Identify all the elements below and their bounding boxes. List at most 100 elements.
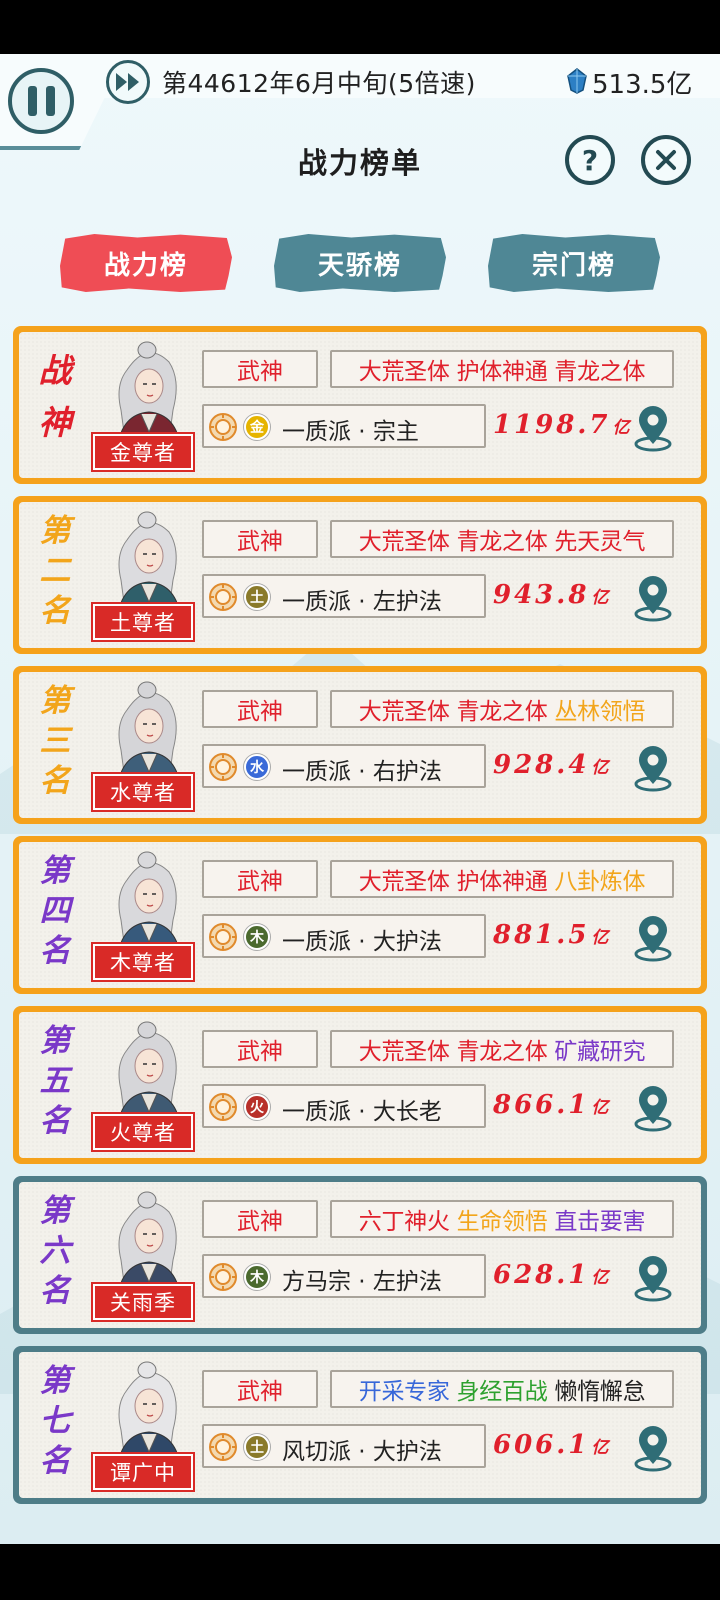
help-button[interactable]: ? — [565, 135, 615, 185]
power-unit: 亿 — [591, 928, 609, 948]
realm-title: 武神 — [202, 350, 318, 388]
trait-label: 大荒圣体 — [358, 359, 450, 385]
trait-label: 青龙之体 — [554, 359, 646, 385]
ranking-card-body: 第三名 水尊者 武神 大荒圣体 青龙之体 丛林领悟 水 一质派 · 右护法 92… — [19, 672, 701, 818]
sun-icon — [209, 923, 237, 951]
ranking-card[interactable]: 第五名 火尊者 武神 大荒圣体 青龙之体 矿藏研究 火 一质派 · 大长老 86… — [13, 1006, 707, 1164]
fast-forward-button[interactable] — [106, 60, 150, 104]
ranking-card[interactable]: 战神 金尊者 武神 大荒圣体 护体神通 青龙之体 金 一质派 · 宗主 1198… — [13, 326, 707, 484]
rank-char: 名 — [39, 1273, 71, 1309]
sect-info: 金 一质派 · 宗主 — [202, 404, 486, 448]
traits-box: 大荒圣体 护体神通 八卦炼体 — [330, 860, 674, 898]
character-name: 关雨季 — [91, 1282, 195, 1322]
power-unit: 亿 — [591, 1268, 609, 1288]
rank-char: 七 — [39, 1403, 71, 1439]
sect-info: 木 一质派 · 大护法 — [202, 914, 486, 958]
trait-label: 大荒圣体 — [358, 529, 450, 555]
rank-char: 二 — [39, 553, 71, 589]
rank-char: 第 — [39, 1363, 71, 1399]
rank-char: 名 — [39, 933, 71, 969]
power-unit: 亿 — [591, 758, 609, 778]
character-name: 木尊者 — [91, 942, 195, 982]
trait-label: 护体神通 — [456, 869, 548, 895]
trait-label: 大荒圣体 — [358, 869, 450, 895]
tab-power-ranking[interactable]: 战力榜 — [60, 234, 232, 292]
rank-label: 第三名 — [35, 686, 75, 806]
sect-position: 一质派 · 右护法 — [282, 759, 442, 785]
ranking-card[interactable]: 第六名 关雨季 武神 六丁神火 生命领悟 直击要害 木 方马宗 · 左护法 62… — [13, 1176, 707, 1334]
location-pin-icon[interactable] — [631, 914, 675, 962]
location-pin-icon[interactable] — [631, 574, 675, 622]
character-name: 土尊者 — [91, 602, 195, 642]
power-value: 628.1 — [493, 1260, 590, 1290]
rank-char: 神 — [38, 403, 72, 442]
location-pin-icon[interactable] — [631, 1424, 675, 1472]
sect-position: 风切派 · 大护法 — [282, 1439, 442, 1465]
sect-info: 火 一质派 · 大长老 — [202, 1084, 486, 1128]
sun-icon — [209, 1433, 237, 1461]
rank-label: 第五名 — [35, 1026, 75, 1146]
location-pin-icon[interactable] — [631, 1084, 675, 1132]
sect-info: 土 风切派 · 大护法 — [202, 1424, 486, 1468]
power-unit: 亿 — [591, 1098, 609, 1118]
element-badge: 水 — [244, 754, 270, 780]
spirit-stone-icon — [567, 68, 587, 94]
tab-sect-ranking[interactable]: 宗门榜 — [488, 234, 660, 292]
ranking-card[interactable]: 第二名 土尊者 武神 大荒圣体 青龙之体 先天灵气 土 一质派 · 左护法 94… — [13, 496, 707, 654]
combat-power: 928.4 亿 — [493, 750, 608, 780]
sun-icon — [209, 1093, 237, 1121]
ranking-card[interactable]: 第三名 水尊者 武神 大荒圣体 青龙之体 丛林领悟 水 一质派 · 右护法 92… — [13, 666, 707, 824]
character-name: 火尊者 — [91, 1112, 195, 1152]
ranking-card-body: 第七名 谭广中 武神 开采专家 身经百战 懒惰懈怠 土 风切派 · 大护法 60… — [19, 1352, 701, 1498]
rank-char: 战 — [38, 351, 72, 390]
trait-label: 青龙之体 — [456, 529, 548, 555]
element-badge: 火 — [244, 1094, 270, 1120]
ranking-card[interactable]: 第四名 木尊者 武神 大荒圣体 护体神通 八卦炼体 木 一质派 · 大护法 88… — [13, 836, 707, 994]
fast-forward-icon — [116, 73, 139, 91]
ranking-card[interactable]: 第七名 谭广中 武神 开采专家 身经百战 懒惰懈怠 土 风切派 · 大护法 60… — [13, 1346, 707, 1504]
question-icon: ? — [581, 143, 599, 177]
ranking-card-body: 第四名 木尊者 武神 大荒圣体 护体神通 八卦炼体 木 一质派 · 大护法 88… — [19, 842, 701, 988]
combat-power: 881.5 亿 — [493, 920, 608, 950]
traits-box: 大荒圣体 青龙之体 先天灵气 — [330, 520, 674, 558]
traits-box: 大荒圣体 青龙之体 矿藏研究 — [330, 1030, 674, 1068]
close-icon — [656, 150, 676, 170]
location-pin-icon[interactable] — [631, 1254, 675, 1302]
ranking-card-body: 战神 金尊者 武神 大荒圣体 护体神通 青龙之体 金 一质派 · 宗主 1198… — [19, 332, 701, 478]
tab-prodigy-ranking[interactable]: 天骄榜 — [274, 234, 446, 292]
element-badge: 土 — [244, 584, 270, 610]
element-badge: 木 — [244, 1264, 270, 1290]
sun-icon — [209, 583, 237, 611]
character-name: 金尊者 — [91, 432, 195, 472]
sect-position: 方马宗 · 左护法 — [282, 1269, 442, 1295]
sect-info: 木 方马宗 · 左护法 — [202, 1254, 486, 1298]
power-unit: 亿 — [591, 588, 609, 608]
trait-label: 大荒圣体 — [358, 699, 450, 725]
power-value: 943.8 — [493, 580, 590, 610]
ranking-card-body: 第五名 火尊者 武神 大荒圣体 青龙之体 矿藏研究 火 一质派 · 大长老 86… — [19, 1012, 701, 1158]
trait-label: 直击要害 — [554, 1209, 646, 1235]
rank-label: 第六名 — [35, 1196, 75, 1316]
trait-label: 丛林领悟 — [554, 699, 646, 725]
close-button[interactable] — [641, 135, 691, 185]
rank-char: 名 — [39, 1103, 71, 1139]
rank-char: 第 — [39, 513, 71, 549]
realm-title: 武神 — [202, 1370, 318, 1408]
rank-char: 六 — [39, 1233, 71, 1269]
combat-power: 606.1 亿 — [493, 1430, 608, 1460]
sect-position: 一质派 · 宗主 — [282, 419, 419, 445]
leaderboard-screen: 第44612年6月中旬(5倍速) 513.5亿 战力榜单 ? 战力榜 天骄榜 宗… — [0, 54, 720, 1544]
character-name: 谭广中 — [91, 1452, 195, 1492]
pause-button[interactable] — [8, 68, 74, 134]
combat-power: 943.8 亿 — [493, 580, 608, 610]
power-value: 1198.7 — [493, 410, 611, 440]
trait-label: 矿藏研究 — [554, 1039, 646, 1065]
power-unit: 亿 — [612, 418, 630, 438]
location-pin-icon[interactable] — [631, 404, 675, 452]
rank-char: 名 — [39, 1443, 71, 1479]
sect-position: 一质派 · 左护法 — [282, 589, 442, 615]
rank-char: 第 — [39, 683, 71, 719]
rank-char: 三 — [39, 723, 71, 759]
location-pin-icon[interactable] — [631, 744, 675, 792]
rank-char: 第 — [39, 853, 71, 889]
